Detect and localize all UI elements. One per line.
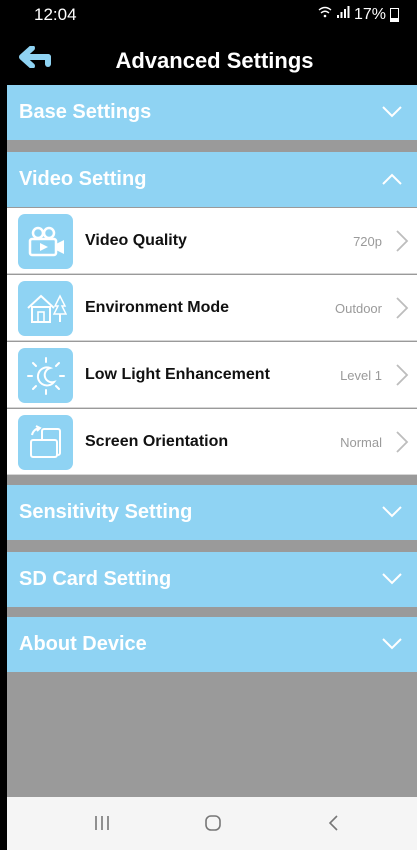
section-video-setting[interactable]: Video Setting [7,152,417,207]
chevron-down-icon [382,106,402,118]
status-time: 12:04 [34,5,77,24]
battery-icon [390,7,399,22]
section-label: About Device [19,633,147,655]
chevron-right-icon [396,431,409,453]
section-label: Sensitivity Setting [19,501,193,523]
row-value: Normal [340,435,382,450]
row-label: Low Light Enhancement [85,366,270,383]
section-label: SD Card Setting [19,568,172,590]
signal-icon [336,5,350,24]
section-about-device[interactable]: About Device [7,617,417,672]
setting-row-low-light[interactable]: Low Light Enhancement Level 1 [7,342,417,408]
app-header: Advanced Settings [0,30,417,85]
section-label: Base Settings [19,101,152,123]
chevron-right-icon [396,364,409,386]
section-base-settings[interactable]: Base Settings [7,85,417,140]
section-sd-card-setting[interactable]: SD Card Setting [7,552,417,607]
setting-row-video-quality[interactable]: Video Quality 720p [7,208,417,274]
setting-row-screen-orientation[interactable]: Screen Orientation Normal [7,409,417,475]
home-icon[interactable] [203,811,223,835]
back-nav-icon[interactable] [323,811,343,835]
row-label: Video Quality [85,232,187,249]
moon-sun-icon [18,348,73,403]
section-sensitivity-setting[interactable]: Sensitivity Setting [7,485,417,540]
row-label: Environment Mode [85,299,230,316]
status-bar: 12:04 17% [0,0,417,30]
rotate-screen-icon [18,415,73,470]
chevron-right-icon [396,230,409,252]
status-indicators: 17% [318,5,399,24]
row-label: Screen Orientation [85,433,229,450]
row-value: 720p [353,234,382,249]
chevron-down-icon [382,638,402,650]
chevron-right-icon [396,297,409,319]
chevron-up-icon [382,173,402,185]
battery-percent: 17% [353,5,386,23]
wifi-icon [318,5,332,24]
row-value: Outdoor [335,301,382,316]
setting-row-environment-mode[interactable]: Environment Mode Outdoor [7,275,417,341]
row-value: Level 1 [340,368,382,383]
system-nav-bar [7,797,417,850]
chevron-down-icon [382,506,402,518]
page-title: Advanced Settings [115,48,314,73]
video-camera-icon [18,214,73,269]
recent-apps-icon[interactable] [92,811,112,835]
chevron-down-icon [382,573,402,585]
settings-list: Base Settings Video Setting Video Qualit… [7,85,417,797]
section-label: Video Setting [19,168,147,190]
house-tree-icon [18,281,73,336]
